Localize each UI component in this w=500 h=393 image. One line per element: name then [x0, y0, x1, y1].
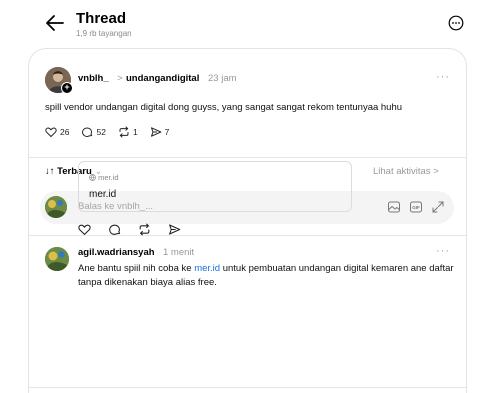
heart-icon — [45, 127, 57, 138]
comment-more-button[interactable]: ··· — [436, 245, 450, 257]
comment-timestamp: 1 menit — [163, 247, 195, 258]
globe-icon — [89, 174, 96, 181]
post-text: spill vendor undangan digital dong guyss… — [45, 102, 403, 113]
gif-icon[interactable]: GIF — [409, 200, 423, 214]
like-count: 26 — [60, 127, 70, 137]
comment-bubble-icon — [109, 224, 121, 235]
post-actions: 26 52 1 7 — [45, 126, 181, 138]
comment-like-button[interactable] — [78, 223, 94, 236]
link-preview-domain-text: mer.id — [98, 173, 119, 182]
reply-to-username[interactable]: undangandigital — [126, 73, 199, 84]
comment-share-button[interactable] — [168, 223, 184, 236]
repost-icon — [119, 126, 129, 138]
follow-plus-icon[interactable]: + — [61, 82, 73, 94]
image-icon[interactable] — [387, 200, 401, 214]
svg-text:GIF: GIF — [412, 205, 420, 210]
page-title: Thread — [76, 10, 127, 27]
share-button[interactable]: 7 — [150, 126, 170, 138]
comment-text-before: Ane bantu spiil nih coba ke — [78, 263, 195, 274]
comment-button[interactable]: 52 — [81, 126, 106, 138]
post-timestamp: 23 jam — [208, 73, 237, 84]
repost-count: 1 — [132, 127, 138, 137]
link-preview-title: mer.id — [89, 189, 117, 200]
view-count: 1,9 rb tayangan — [76, 29, 132, 38]
comment-link[interactable]: mer.id — [194, 263, 220, 274]
repost-button[interactable]: 1 — [118, 126, 138, 138]
link-preview-domain: mer.id — [89, 173, 119, 182]
comment-bubble-icon — [82, 127, 93, 137]
divider — [29, 387, 466, 388]
view-activity-link[interactable]: Lihat aktivitas > — [373, 166, 439, 177]
original-post: + vnblh_ > undangandigital 23 jam ··· sp… — [29, 49, 466, 157]
comment-text: Ane bantu spiil nih coba ke mer.id untuk… — [78, 262, 458, 290]
comment-repost-button[interactable] — [138, 223, 154, 236]
link-preview-card[interactable]: mer.id mer.id — [78, 161, 352, 212]
current-user-avatar — [45, 196, 67, 218]
share-count: 7 — [164, 127, 170, 137]
post-username[interactable]: vnblh_ — [78, 73, 109, 84]
like-button[interactable]: 26 — [45, 126, 69, 138]
reply-separator: > — [117, 73, 123, 84]
thread-card: + vnblh_ > undangandigital 23 jam ··· sp… — [28, 48, 467, 393]
send-icon — [150, 127, 161, 137]
comment-reply-button[interactable] — [108, 223, 124, 236]
comment-username[interactable]: agil.wadriansyah — [78, 247, 155, 258]
back-arrow-icon[interactable] — [44, 12, 66, 34]
heart-icon — [78, 224, 91, 236]
more-options-icon[interactable] — [448, 15, 464, 31]
repost-icon — [139, 223, 150, 236]
commenter-avatar[interactable] — [45, 247, 69, 271]
comment-count: 52 — [96, 127, 106, 137]
post-more-button[interactable]: ··· — [436, 71, 450, 83]
comment-actions — [78, 223, 198, 236]
expand-icon[interactable] — [431, 200, 445, 214]
top-bar: Thread 1,9 rb tayangan — [0, 0, 500, 48]
send-icon — [169, 224, 181, 235]
